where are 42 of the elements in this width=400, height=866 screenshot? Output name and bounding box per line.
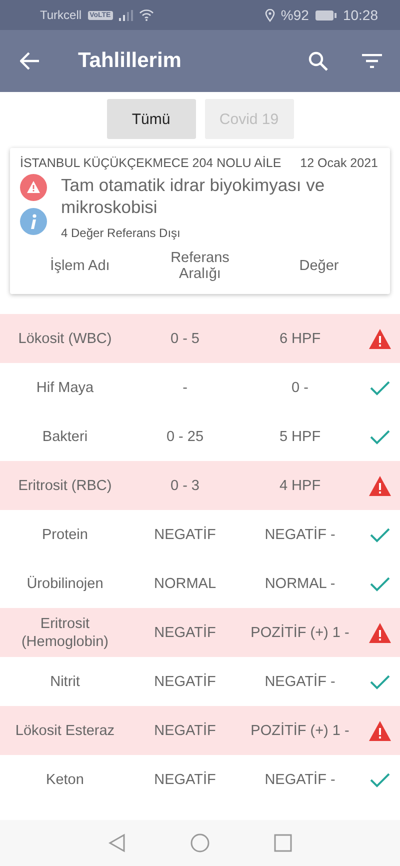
column-header: Referans Aralığı [170,250,230,282]
carrier-name: Turkcell [40,8,82,22]
result-value: 6 HPF [279,330,321,348]
result-value: 5 HPF [279,428,321,446]
reference-range: NEGATİF [154,672,216,690]
test-name: Lökosit (WBC) [18,330,112,348]
result-value: NEGATİF - [264,526,336,544]
test-name: Hif Maya [36,378,94,396]
result-value: 0 - [292,378,308,396]
result-value: 4 HPF [279,476,321,494]
test-name: Eritrosit (Hemoglobin) [20,614,110,650]
reference-range: - [182,378,188,396]
reference-range: NEGATİF [154,722,216,740]
column-header: Değer [299,258,339,274]
reference-range: NEGATİF [154,770,216,788]
out-of-range-summary: 4 Değer Referans Dışı [61,226,182,240]
test-name: Lökosit Esteraz [15,722,115,740]
institution-name: İSTANBUL KÜÇÜKÇEKMECE 204 NOLU AİLE [20,156,282,170]
result-value: POZİTİF (+) 1 - [250,624,350,642]
reference-range: NEGATİF [154,624,216,642]
test-name: Bakteri [42,428,88,446]
tab[interactable]: Tümü [106,99,196,139]
column-header: İşlem Adı [50,258,110,274]
result-value: NORMAL - [264,574,336,592]
result-value: NEGATİF - [264,672,336,690]
reference-range: NORMAL [154,574,216,592]
test-title: Tam otamatik idrar biyokimyası ve mikroskobisi [61,174,326,218]
test-name: Eritrosit (RBC) [18,476,112,494]
test-name: Ürobilinojen [26,574,104,592]
test-name: Keton [46,770,84,788]
result-value: NEGATİF - [264,770,336,788]
reference-range: 0 - 3 [170,476,200,494]
reference-range: 0 - 5 [170,330,200,348]
screen-title: Tahlillerim [78,49,182,73]
reference-range: 0 - 25 [166,428,204,446]
test-name: Nitrit [50,672,80,690]
reference-range: NEGATİF [154,526,216,544]
test-name: Protein [42,526,88,544]
clock: 10:28 [342,7,378,23]
battery-level: %92 [280,7,309,23]
test-date: 12 Ocak 2021 [300,156,378,170]
result-value: POZİTİF (+) 1 - [250,722,350,740]
